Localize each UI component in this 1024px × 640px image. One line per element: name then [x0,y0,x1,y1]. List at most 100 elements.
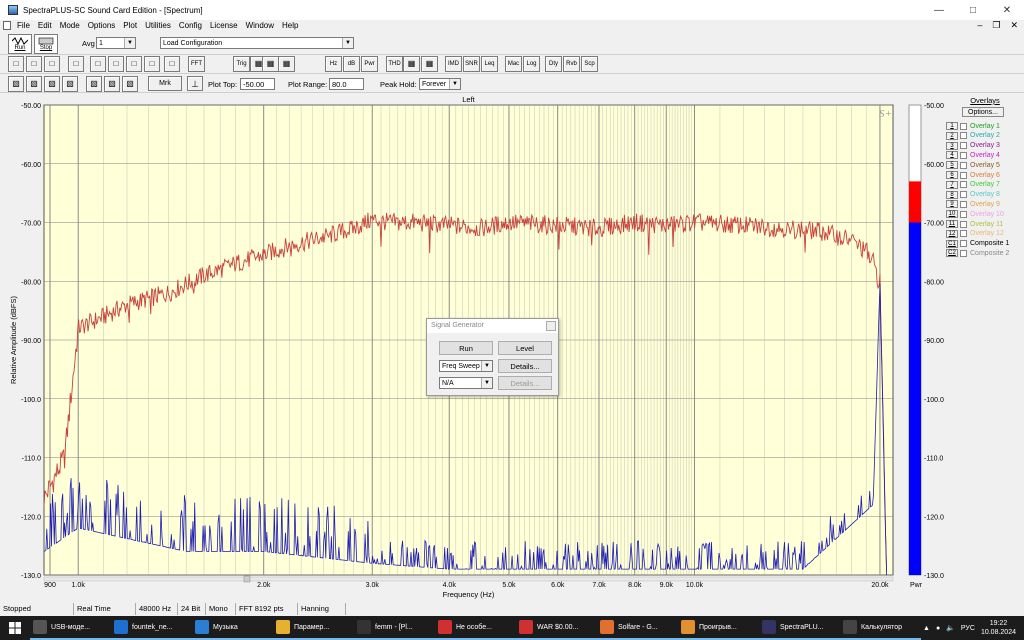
overlay-checkbox[interactable] [960,230,967,238]
clear-1-button[interactable]: ▧ [26,76,42,92]
menu-config[interactable]: Config [176,20,207,32]
taskbar-app[interactable]: Парамер... [273,616,354,640]
analysis-snr-button[interactable]: SNR [463,56,480,72]
toolbar-tool-button[interactable]: ▦ [262,56,279,72]
taskbar-app[interactable]: SpectraPLU... [759,616,840,640]
overlay-checkbox[interactable] [960,161,967,169]
save-button[interactable]: □ [44,56,60,72]
analysis-thd-button[interactable]: THD [386,56,403,72]
overlay-number[interactable]: 12 [946,229,958,238]
overlay-checkbox[interactable] [960,132,967,140]
wave-button[interactable]: □ [126,56,142,72]
plot-range-input[interactable]: 80.0 [329,78,364,90]
mdi-minimize-icon[interactable]: – [977,20,982,31]
analysis-fft-button[interactable]: FFT [188,56,205,72]
fast-forward-button[interactable]: □ [90,56,106,72]
mdi-close-icon[interactable]: ✕ [1010,20,1018,31]
analysis-hz-button[interactable]: Hz [325,56,342,72]
taskbar-app[interactable]: femm - [Pl... [354,616,435,640]
analysis-trig-button[interactable]: Trig [233,56,250,72]
clear-3-button[interactable]: ▧ [62,76,78,92]
peak-hold-select[interactable]: Forever ▼ [419,78,461,90]
menu-mode[interactable]: Mode [57,20,85,32]
overlay-checkbox[interactable] [960,151,967,159]
overlay-number[interactable]: 7 [946,180,958,189]
overlay-number[interactable]: 10 [946,210,958,219]
menu-utilities[interactable]: Utilities [142,20,176,32]
maximize-icon[interactable]: □ [956,0,990,20]
analysis-scp-button[interactable]: Scp [581,56,598,72]
menu-window[interactable]: Window [243,20,279,32]
minimize-icon[interactable]: — [922,0,956,20]
taskbar-app[interactable]: WAR $0.00... [516,616,597,640]
print-button[interactable]: □ [68,56,84,72]
mdi-restore-icon[interactable]: ❐ [992,20,1000,31]
taskbar-app[interactable]: Solfare - G... [597,616,678,640]
overlay-number[interactable]: C2 [946,249,958,258]
analysis-db-button[interactable]: dB [343,56,360,72]
overlay-number[interactable]: 6 [946,171,958,179]
stop-button[interactable]: Stop [34,34,58,54]
close-icon[interactable]: ✕ [990,0,1024,20]
run-button[interactable]: Run [8,34,32,54]
analysis-dty-button[interactable]: Dty [545,56,562,72]
overlay-checkbox[interactable] [960,240,967,248]
taskbar-app[interactable]: USB-моде... [30,616,111,640]
taskbar-app[interactable]: fountek_ne... [111,616,192,640]
overlay-number[interactable]: C1 [946,239,958,248]
analysis-pwr-button[interactable]: Pwr [361,56,378,72]
toolbar-tool-button[interactable]: ▦ [278,56,295,72]
taskbar-app[interactable]: Калькулятор [840,616,921,640]
overlay-checkbox[interactable] [960,122,967,130]
menu-help[interactable]: Help [279,20,303,32]
overlay-number[interactable]: 1 [946,122,958,130]
menu-plot[interactable]: Plot [120,20,142,32]
overlay-checkbox[interactable] [960,200,967,208]
analysis-rvb-button[interactable]: Rvb [563,56,580,72]
scroll-thumb[interactable] [243,575,251,583]
overlay-checkbox[interactable] [960,220,967,228]
toolbar-tool-button[interactable]: ▦ [421,56,438,72]
avg-select[interactable]: 1 ▼ [96,37,136,49]
overlay-options-button[interactable]: Options... [962,107,1004,117]
menu-file[interactable]: File [14,20,35,32]
overlay-number[interactable]: 4 [946,151,958,160]
config-select[interactable]: Load Configuration ▼ [160,37,354,49]
menu-options[interactable]: Options [85,20,121,32]
clear-2-button[interactable]: ▧ [44,76,60,92]
analysis-mac-button[interactable]: Mac [505,56,522,72]
start-button[interactable] [0,616,30,640]
open-button[interactable]: □ [26,56,42,72]
filter2-button[interactable]: □ [164,56,180,72]
overlay-number[interactable]: 11 [946,220,958,228]
volume-icon[interactable]: 🔈 [946,624,955,632]
generator-details-button[interactable]: Details... [498,359,552,373]
new-button[interactable]: □ [8,56,24,72]
taskbar-app[interactable]: Музыка [192,616,273,640]
overlay-checkbox[interactable] [960,191,967,199]
generator-mode-select[interactable]: Freq Sweep ▼ [439,360,493,372]
document-icon[interactable] [3,21,11,30]
generator-source-select[interactable]: N/A ▼ [439,377,493,389]
cursor-button[interactable]: ⊥ [187,76,203,91]
dialog-close-icon[interactable] [546,321,556,331]
overlay-number[interactable]: 3 [946,141,958,150]
analysis-log-button[interactable]: Log [523,56,540,72]
overlay-number[interactable]: 5 [946,161,958,170]
overlay-number[interactable]: 2 [946,131,958,140]
tray-chevron-icon[interactable]: ▲ [923,625,930,632]
overlay-checkbox[interactable] [960,249,967,257]
generator-level-button[interactable]: Level [498,341,552,355]
clock[interactable]: 19:22 10.08.2024 [981,619,1016,637]
menu-license[interactable]: License [207,20,243,32]
triangle-button[interactable]: □ [144,56,160,72]
analysis-imd-button[interactable]: IMD [445,56,462,72]
overlay-checkbox[interactable] [960,181,967,189]
analysis-leq-button[interactable]: Leq [481,56,498,72]
overlay-number[interactable]: 9 [946,200,958,209]
overlay-number[interactable]: 8 [946,190,958,199]
bar-plot-button[interactable]: ▧ [122,76,138,92]
zoom-button[interactable]: ▧ [8,76,24,92]
marker-button[interactable]: Mrk [148,76,182,91]
language-indicator[interactable]: РУС [961,625,975,632]
